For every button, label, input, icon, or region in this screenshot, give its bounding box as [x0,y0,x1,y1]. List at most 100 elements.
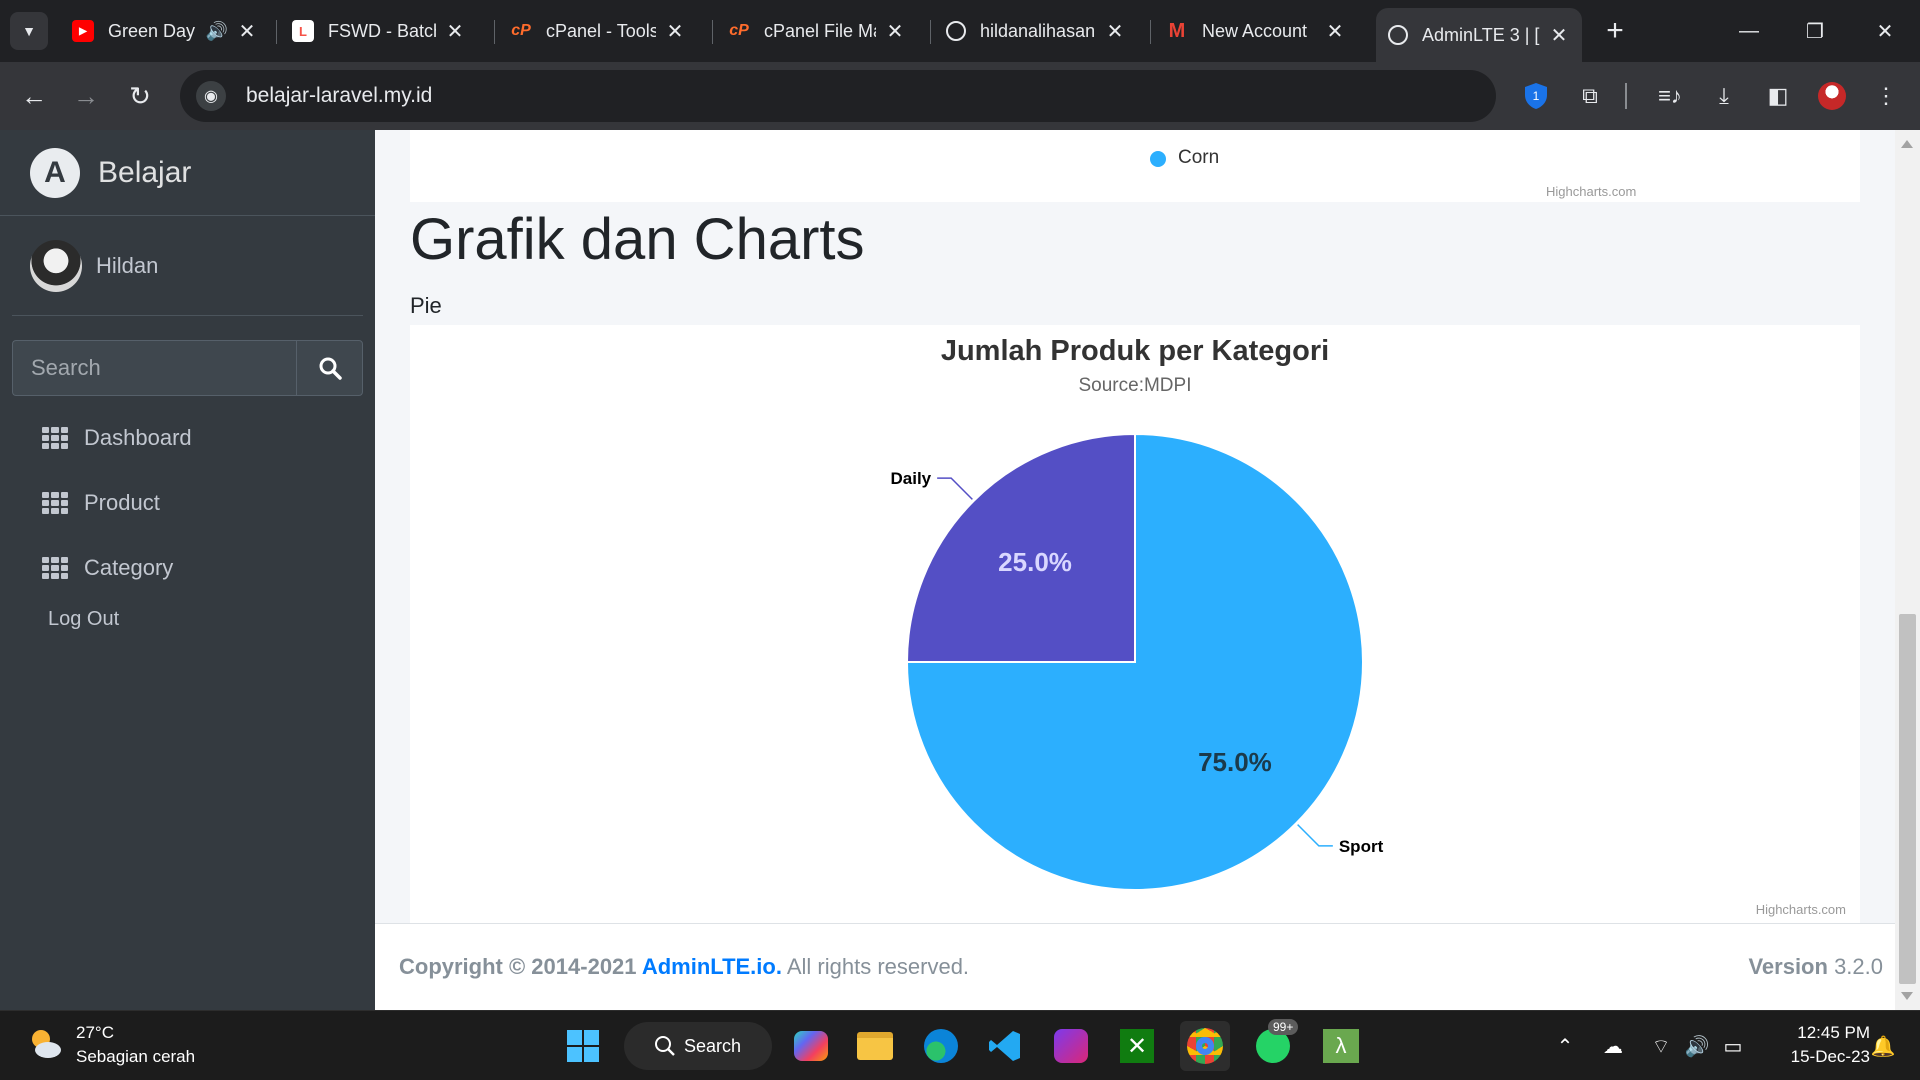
extensions-button[interactable]: ⧉ [1572,78,1608,114]
close-icon[interactable]: ✕ [444,19,466,44]
puzzle-icon: ⧉ [1582,83,1598,108]
sidebar-search [12,340,363,396]
youtube-icon: ▶ [72,20,94,42]
xbox-app[interactable]: ✕ [1112,1021,1162,1071]
clock-time[interactable]: 12:45 PM [1760,1023,1870,1043]
section-label: Pie [410,293,442,318]
tab-cpanel-file-manager[interactable]: cP cPanel File Ma ✕ [716,10,918,52]
onedrive-icon[interactable]: ☁ [1600,1033,1626,1059]
chevron-up-icon[interactable]: ⌃ [1552,1033,1578,1059]
user-panel[interactable]: Hildan [12,216,363,316]
sidebar-item-product[interactable]: Product [12,475,363,531]
lambda-app[interactable]: λ [1316,1021,1366,1071]
page-scrollbar[interactable] [1895,130,1920,1010]
folder-icon [857,1032,893,1060]
side-panel-button[interactable]: ◧ [1760,78,1796,114]
sidebar-search-input[interactable] [12,340,296,396]
pie-percent-label-daily: 25.0% [998,547,1072,577]
legend-marker [1150,151,1166,167]
pie-percent-label-sport: 75.0% [1198,747,1272,777]
profile-button[interactable] [1814,78,1850,114]
reload-button[interactable]: ↻ [120,76,160,116]
adminlte-link[interactable]: AdminLTE.io. [642,954,782,979]
user-name[interactable]: Hildan [96,253,158,279]
sidebar-item-category[interactable]: Category [12,540,363,596]
avatar [30,239,82,292]
previous-chart-card: Corn Highcharts.com [410,130,1860,202]
url-text: belajar-laravel.my.id [246,84,433,107]
copilot-app[interactable] [786,1021,836,1071]
whatsapp-app[interactable]: 99+ [1248,1019,1299,1071]
restore-button[interactable]: ❐ [1790,12,1840,50]
tab-search-button[interactable]: ▼ [10,12,48,50]
reload-icon: ↻ [129,80,151,111]
forward-button[interactable]: → [66,76,106,116]
close-icon[interactable]: ✕ [664,19,686,44]
laravel-icon: L [292,20,314,42]
sidebar-item-label: Category [84,555,174,580]
brand-logo: A [30,147,80,198]
bell-icon[interactable]: 🔔 [1870,1033,1896,1059]
chart-title: Jumlah Produk per Kategori [940,335,1330,367]
close-icon[interactable]: ✕ [236,19,258,44]
tab-label: AdminLTE 3 | [ [1422,24,1540,45]
downloads-button[interactable]: ⤓ [1706,78,1742,114]
media-control-button[interactable]: ≡♪ [1652,78,1688,114]
close-icon[interactable]: ✕ [884,19,906,44]
sidebar-item-dashboard[interactable]: Dashboard [12,410,363,466]
close-icon[interactable]: ✕ [1324,19,1346,44]
close-icon[interactable]: ✕ [1104,19,1126,44]
tab-cpanel-tools[interactable]: cP cPanel - Tools ✕ [498,10,698,52]
minimize-button[interactable]: — [1724,12,1774,50]
tab-green-day[interactable]: ▶ Green Day 🔊 ✕ [60,10,270,52]
battery-icon[interactable]: ▭ [1720,1033,1746,1059]
arrow-right-icon: → [73,80,99,111]
windows-taskbar: 27°C Sebagian cerah Search ✕ 99+ λ ⌃ ☁ ⌔… [0,1010,1920,1080]
th-icon [42,557,68,579]
taskbar-search[interactable]: Search [624,1022,772,1070]
brand-text: Belajar [98,155,192,189]
edge-icon [924,1029,958,1063]
tab-adminlte-active[interactable]: AdminLTE 3 | [ ✕ [1376,8,1582,62]
scrollbar-thumb[interactable] [1899,614,1916,984]
edge-app[interactable] [916,1021,966,1071]
close-icon[interactable]: ✕ [1548,23,1570,48]
browser-tab-bar: ▼ ▶ Green Day 🔊 ✕ L FSWD - Batch ✕ cP cP… [0,0,1920,62]
clock-date[interactable]: 15-Dec-23 [1760,1047,1870,1067]
back-button[interactable]: ← [14,76,54,116]
wifi-icon[interactable]: ⌔ [1648,1033,1674,1059]
bitwarden-extension[interactable]: 1 [1518,78,1554,114]
chrome-app[interactable] [1180,1021,1230,1071]
file-explorer-app[interactable] [850,1021,900,1071]
footer: Copyright © 2014-2021 AdminLTE.io. All r… [375,923,1895,1010]
copilot-icon [794,1031,828,1061]
site-info-icon[interactable]: ◉ [196,81,226,111]
svg-text:1: 1 [1533,89,1540,103]
sidebar-search-button[interactable] [296,340,363,396]
weather-description[interactable]: Sebagian cerah [76,1047,195,1067]
tab-label: FSWD - Batch [328,20,436,41]
scroll-down-arrow-icon[interactable] [1901,992,1913,1000]
vscode-app[interactable] [980,1021,1030,1071]
weather-temperature[interactable]: 27°C [76,1023,114,1043]
highcharts-credit[interactable]: Highcharts.com [1546,184,1636,199]
partly-sunny-icon[interactable] [26,1025,64,1063]
speaker-icon[interactable]: 🔊 [206,21,228,42]
new-tab-button[interactable]: + [1598,14,1632,48]
highcharts-credit[interactable]: Highcharts.com [1756,902,1846,917]
logout-link[interactable]: Log Out [48,608,119,631]
legend-item-corn[interactable]: Corn [1178,147,1219,169]
pc-manager-app[interactable] [1046,1021,1096,1071]
close-window-button[interactable]: ✕ [1860,12,1910,50]
brand-link[interactable]: A Belajar [0,130,375,216]
tab-hildanalihasan[interactable]: hildanalihasan ✕ [934,10,1138,52]
footer-version: Version 3.2.0 [1748,954,1883,980]
scroll-up-arrow-icon[interactable] [1901,140,1913,148]
address-bar[interactable]: ◉ belajar-laravel.my.id [180,70,1496,122]
browser-menu-button[interactable]: ⋮ [1868,78,1904,114]
profile-avatar-icon [1818,82,1846,110]
tab-fswd-batch[interactable]: L FSWD - Batch ✕ [280,10,478,52]
start-button[interactable] [558,1021,608,1071]
tab-new-account[interactable]: M New Account ✕ [1154,10,1358,52]
volume-icon[interactable]: 🔊 [1684,1033,1710,1059]
